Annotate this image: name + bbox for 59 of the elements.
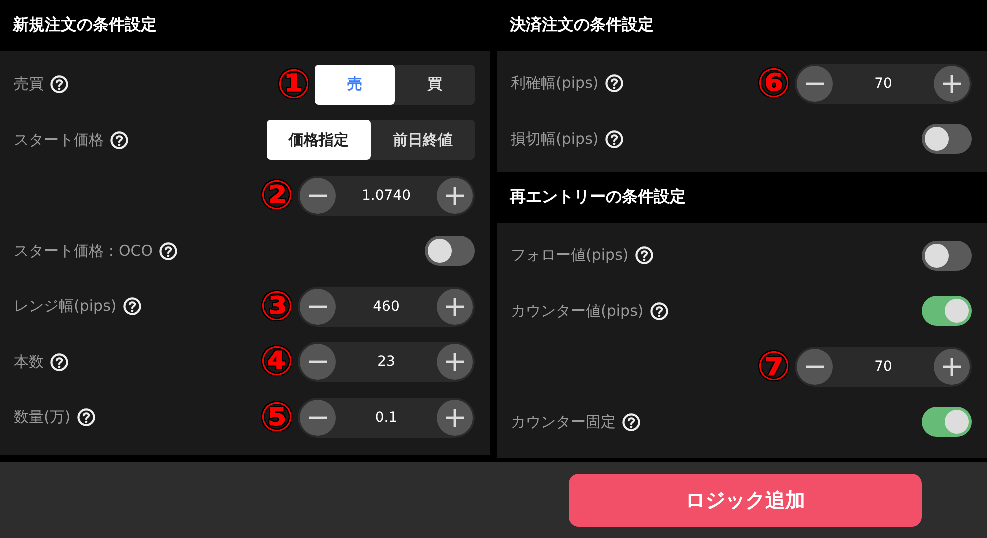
annotation-number: ④ bbox=[260, 342, 294, 382]
help-icon[interactable] bbox=[159, 242, 178, 261]
setting-label: カウンター固定 bbox=[511, 412, 616, 432]
plus-button[interactable] bbox=[436, 344, 473, 380]
minus-button[interactable] bbox=[300, 344, 336, 380]
help-icon[interactable] bbox=[604, 130, 624, 149]
segment-option[interactable]: 売 bbox=[315, 64, 395, 105]
annotation-number: ⑤ bbox=[260, 398, 294, 438]
annotation-number: ⑥ bbox=[757, 64, 791, 104]
segment-option[interactable]: 買 bbox=[395, 64, 475, 105]
plus-button[interactable] bbox=[436, 400, 473, 436]
toggle-switch[interactable] bbox=[922, 124, 972, 154]
plus-button[interactable] bbox=[436, 288, 473, 325]
help-icon[interactable] bbox=[634, 246, 654, 266]
help-icon[interactable] bbox=[50, 352, 69, 372]
setting-label: 損切幅(pips) bbox=[511, 130, 599, 149]
plus-button[interactable] bbox=[437, 178, 473, 214]
minus-button[interactable] bbox=[300, 178, 336, 214]
setting-label: スタート価格：OCO bbox=[14, 242, 154, 261]
toggle-switch[interactable] bbox=[922, 296, 972, 326]
toggle-switch[interactable] bbox=[922, 240, 972, 271]
plus-button[interactable] bbox=[934, 66, 970, 102]
setting-label: カウンター値(pips) bbox=[511, 302, 644, 321]
annotation-number: ③ bbox=[260, 286, 294, 327]
minus-button[interactable] bbox=[797, 66, 833, 102]
help-icon[interactable] bbox=[50, 75, 69, 94]
toggle-switch[interactable] bbox=[922, 407, 972, 438]
stepper-value[interactable]: 70 bbox=[874, 358, 892, 375]
toggle-switch[interactable] bbox=[425, 236, 475, 266]
setting-label: レンジ幅(pips) bbox=[14, 297, 117, 316]
stepper-value[interactable]: 460 bbox=[373, 298, 400, 315]
minus-button[interactable] bbox=[300, 400, 336, 436]
setting-label: 売買 bbox=[14, 75, 44, 94]
help-icon[interactable] bbox=[76, 408, 96, 428]
segment-option[interactable]: 価格指定 bbox=[267, 120, 371, 160]
help-icon[interactable] bbox=[122, 297, 142, 316]
setting-label: 数量(万) bbox=[14, 408, 71, 428]
help-icon[interactable] bbox=[650, 302, 669, 321]
minus-button[interactable] bbox=[300, 288, 336, 325]
segment-option[interactable]: 前日終値 bbox=[371, 120, 475, 160]
setting-label: 利確幅(pips) bbox=[511, 74, 599, 94]
plus-button[interactable] bbox=[934, 348, 970, 385]
stepper-value[interactable]: 70 bbox=[874, 76, 892, 92]
help-icon[interactable] bbox=[622, 412, 641, 432]
minus-button[interactable] bbox=[797, 348, 833, 385]
setting-label: スタート価格 bbox=[14, 130, 104, 150]
help-icon[interactable] bbox=[604, 74, 624, 94]
section-title: 新規注文の条件設定 bbox=[13, 15, 157, 36]
help-icon[interactable] bbox=[110, 130, 129, 150]
stepper-value[interactable]: 0.1 bbox=[375, 410, 398, 426]
annotation-number: ① bbox=[277, 64, 311, 105]
section-title: 再エントリーの条件設定 bbox=[510, 187, 686, 208]
setting-label: フォロー値(pips) bbox=[511, 246, 629, 266]
setting-label: 本数 bbox=[14, 352, 44, 372]
section-title: 決済注文の条件設定 bbox=[510, 15, 654, 36]
annotation-number: ⑦ bbox=[757, 346, 791, 387]
stepper-value[interactable]: 23 bbox=[378, 354, 396, 370]
annotation-number: ② bbox=[260, 176, 294, 216]
stepper-value[interactable]: 1.0740 bbox=[362, 188, 411, 204]
